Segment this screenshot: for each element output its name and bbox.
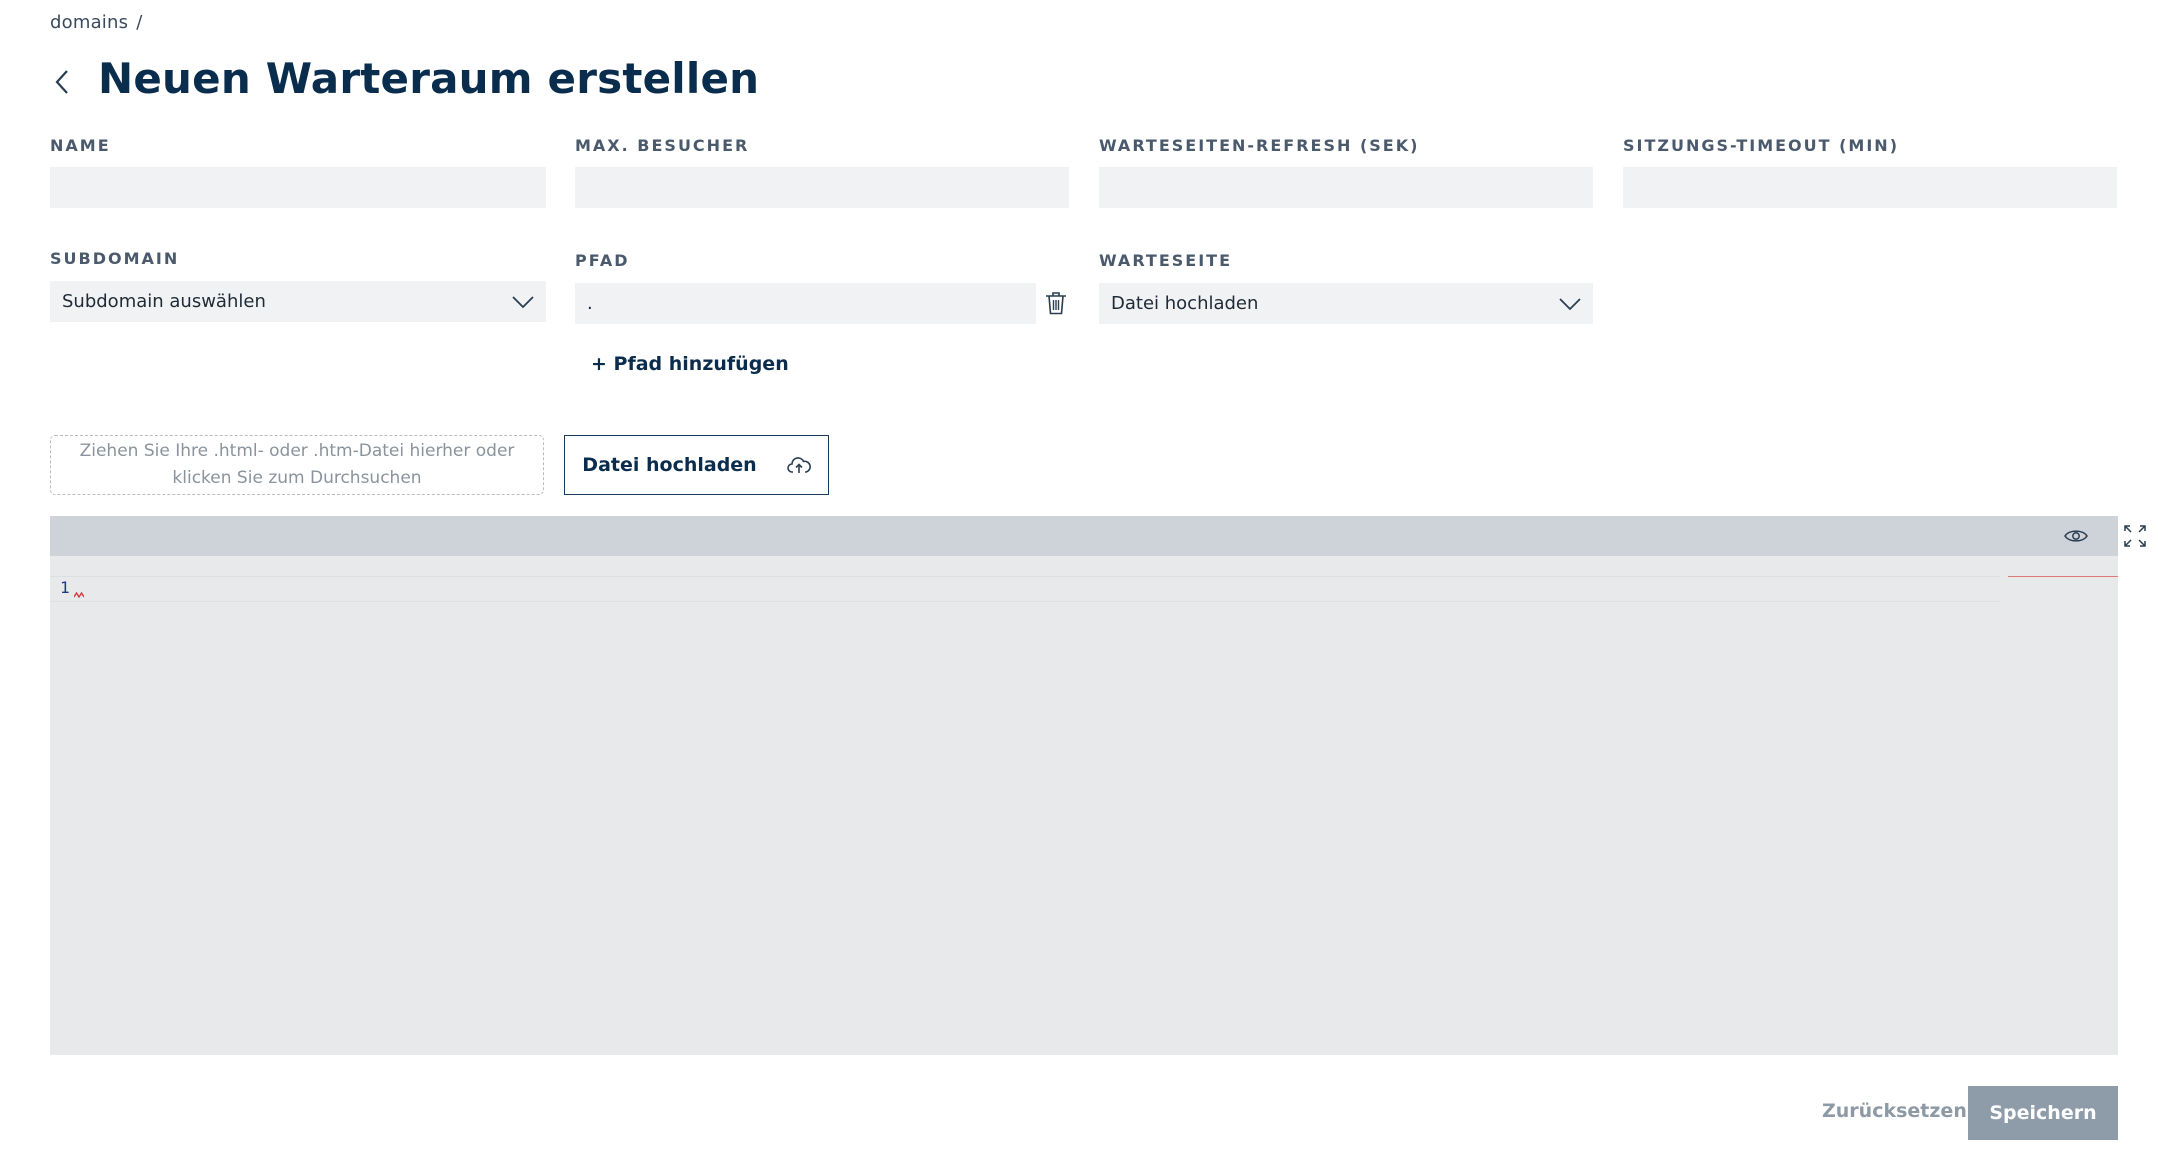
waiting-page-label: WARTESEITE (1099, 251, 1233, 270)
upload-button-label: Datei hochladen (582, 454, 757, 476)
save-button[interactable]: Speichern (1968, 1086, 2118, 1140)
cloud-upload-icon (786, 457, 811, 473)
file-dropzone[interactable]: Ziehen Sie Ihre .html- oder .htm-Datei h… (50, 435, 544, 495)
path-label: PFAD (575, 251, 630, 270)
add-path-button[interactable]: + Pfad hinzufügen (591, 353, 789, 375)
session-timeout-label: SITZUNGS-TIMEOUT (MIN) (1623, 136, 1900, 155)
chevron-down-icon (512, 295, 534, 308)
refresh-label: WARTESEITEN-REFRESH (SEK) (1099, 136, 1420, 155)
fullscreen-icon (2124, 525, 2146, 547)
breadcrumb: domains / (50, 12, 142, 33)
waiting-page-select[interactable]: Datei hochladen (1099, 283, 1593, 324)
editor-toolbar (50, 516, 2146, 556)
breadcrumb-item-domains[interactable]: domains (50, 12, 128, 33)
subdomain-label: SUBDOMAIN (50, 249, 180, 268)
upload-file-button[interactable]: Datei hochladen (564, 435, 829, 495)
reset-button[interactable]: Zurücksetzen (1822, 1100, 1967, 1122)
max-visitors-input[interactable] (575, 167, 1069, 208)
dropzone-text: Ziehen Sie Ihre .html- oder .htm-Datei h… (79, 441, 515, 488)
overview-ruler-error-marker (2008, 576, 2118, 577)
max-visitors-label: MAX. BESUCHER (575, 136, 750, 155)
chevron-down-icon (1559, 297, 1581, 310)
active-line-highlight (50, 576, 2000, 602)
subdomain-selected-value: Subdomain auswählen (62, 291, 266, 312)
back-button[interactable] (48, 62, 76, 102)
trash-icon (1046, 292, 1066, 315)
waiting-page-selected-value: Datei hochladen (1111, 293, 1259, 314)
chevron-left-icon (55, 70, 68, 94)
path-input[interactable] (575, 283, 1036, 324)
fullscreen-button[interactable] (2122, 523, 2148, 549)
breadcrumb-separator: / (136, 12, 143, 33)
session-timeout-input[interactable] (1623, 167, 2117, 208)
name-label: NAME (50, 136, 111, 155)
delete-path-button[interactable] (1042, 288, 1070, 318)
subdomain-select[interactable]: Subdomain auswählen (50, 281, 546, 322)
name-input[interactable] (50, 167, 546, 208)
eye-icon (2064, 530, 2088, 542)
page-title: Neuen Warteraum erstellen (98, 54, 760, 103)
preview-button[interactable] (2062, 524, 2090, 548)
error-squiggle (74, 592, 84, 598)
line-number: 1 (60, 578, 70, 597)
refresh-input[interactable] (1099, 167, 1593, 208)
code-editor[interactable]: 1 (50, 516, 2146, 1055)
